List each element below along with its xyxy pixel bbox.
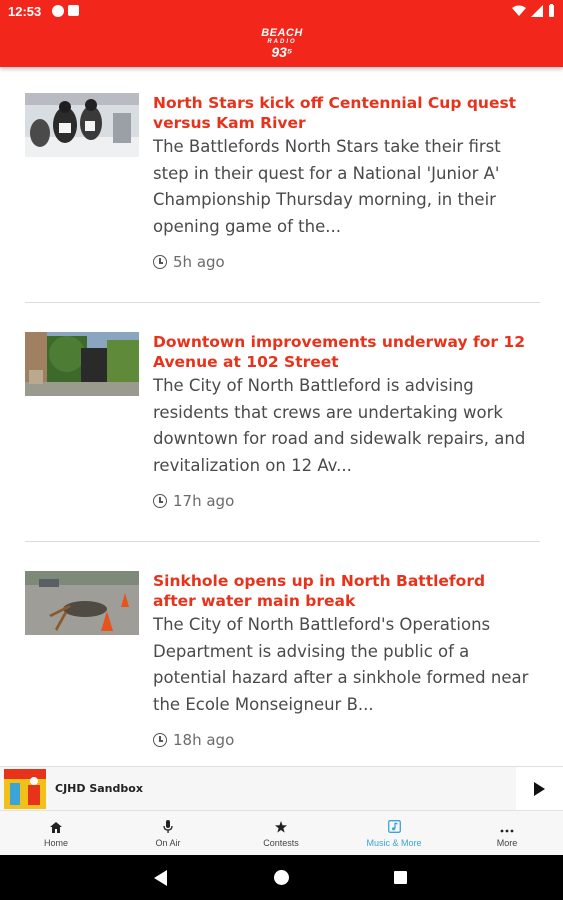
article-time: 5h ago xyxy=(173,253,225,271)
back-icon[interactable] xyxy=(154,870,167,886)
nav-item-home[interactable]: Home xyxy=(0,811,112,856)
article-summary: The Battlefords North Stars take their f… xyxy=(153,137,501,236)
clock-icon xyxy=(153,255,167,269)
nav-item-more[interactable]: More xyxy=(451,811,563,856)
article-thumbnail[interactable] xyxy=(25,332,139,396)
news-article[interactable]: Sinkhole opens up in North Battleford af… xyxy=(25,571,540,751)
play-button[interactable] xyxy=(516,767,563,811)
station-logo[interactable]: BEACH RADIO 93⁵ xyxy=(250,28,314,62)
music-note-icon xyxy=(387,820,401,833)
sinkhole-photo xyxy=(25,571,139,635)
news-article[interactable]: North Stars kick off Centennial Cup ques… xyxy=(25,93,540,273)
signal-icon xyxy=(531,4,543,17)
article-meta: 5h ago xyxy=(153,253,225,271)
player-artwork[interactable] xyxy=(4,769,46,809)
nav-item-music-more[interactable]: Music & More xyxy=(338,811,450,856)
nav-label: Home xyxy=(43,838,68,848)
status-time: 12:53 xyxy=(8,4,42,19)
nav-label: On Air xyxy=(155,838,181,848)
notification-icon xyxy=(52,5,64,17)
divider xyxy=(25,541,540,542)
article-time: 17h ago xyxy=(173,492,235,510)
hockey-photo xyxy=(25,93,139,157)
battery-icon xyxy=(549,4,554,17)
downtown-photo xyxy=(25,332,139,396)
home-circle-icon[interactable] xyxy=(274,870,289,885)
clock-icon xyxy=(153,733,167,747)
app-bar: 12:53 BEACH RADIO 93⁵ xyxy=(0,0,563,67)
article-thumbnail[interactable] xyxy=(25,571,139,635)
sd-card-icon xyxy=(68,5,79,16)
more-dots-icon xyxy=(500,829,514,833)
nav-label: Music & More xyxy=(366,838,422,848)
play-icon xyxy=(534,782,545,796)
bottom-nav: Home On Air Contests Music & More More xyxy=(0,810,563,856)
article-summary: The City of North Battleford is advising… xyxy=(153,376,526,475)
recent-apps-icon[interactable] xyxy=(394,871,407,884)
article-thumbnail[interactable] xyxy=(25,93,139,157)
article-headline[interactable]: North Stars kick off Centennial Cup ques… xyxy=(153,93,533,133)
article-time: 18h ago xyxy=(173,731,235,749)
star-icon xyxy=(275,821,287,833)
divider xyxy=(25,302,540,303)
clock-icon xyxy=(153,494,167,508)
nav-label: Contests xyxy=(263,838,299,848)
news-article[interactable]: Downtown improvements underway for 12 Av… xyxy=(25,332,540,512)
mini-player[interactable]: CJHD Sandbox xyxy=(0,766,563,811)
system-nav-bar xyxy=(0,855,563,900)
wifi-icon xyxy=(512,5,526,16)
article-summary: The City of North Battleford's Operation… xyxy=(153,615,529,714)
article-meta: 18h ago xyxy=(153,731,234,749)
home-icon xyxy=(50,822,62,833)
nav-item-contests[interactable]: Contests xyxy=(225,811,337,856)
nav-label: More xyxy=(496,838,518,848)
nav-item-on-air[interactable]: On Air xyxy=(112,811,224,856)
article-headline[interactable]: Sinkhole opens up in North Battleford af… xyxy=(153,571,533,611)
article-meta: 17h ago xyxy=(153,492,234,510)
microphone-icon xyxy=(163,820,173,833)
article-headline[interactable]: Downtown improvements underway for 12 Av… xyxy=(153,332,533,372)
status-bar: 12:53 xyxy=(0,0,563,24)
player-title[interactable]: CJHD Sandbox xyxy=(55,782,143,795)
